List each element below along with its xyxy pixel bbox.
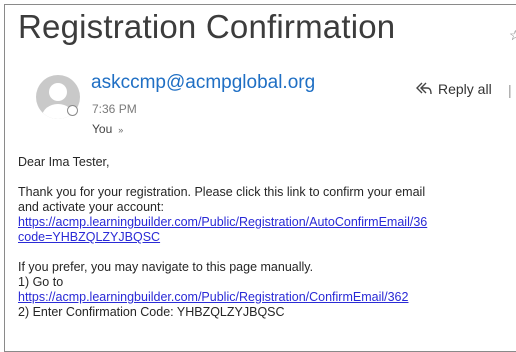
sender-address[interactable]: askccmp@acmpglobal.org: [91, 72, 315, 94]
email-body: Dear Ima Tester, Thank you for your regi…: [18, 155, 516, 320]
reply-all-icon: [416, 82, 432, 96]
presence-status-icon: [67, 105, 78, 116]
email-subject: Registration Confirmation: [18, 8, 396, 45]
body-text: and activate your account:: [18, 200, 164, 214]
step-1: 1) Go to: [18, 275, 64, 289]
recipients-line[interactable]: You »: [92, 122, 123, 136]
star-icon[interactable]: ☆: [509, 27, 516, 44]
email-reading-pane: Registration Confirmation ☆ askccmp@acmp…: [4, 4, 516, 352]
toolbar-divider: |: [508, 82, 512, 98]
confirm-email-link[interactable]: https://acmp.learningbuilder.com/Public/…: [18, 215, 427, 229]
confirm-email-link-continued[interactable]: code=YHBZQLZYJBQSC: [18, 230, 160, 244]
reply-all-button[interactable]: Reply all: [416, 81, 492, 97]
recipients-label: You: [92, 122, 113, 136]
body-text: Thank you for your registration. Please …: [18, 185, 426, 199]
greeting: Dear Ima Tester,: [18, 155, 110, 169]
sent-time: 7:36 PM: [92, 102, 137, 116]
avatar-head: [49, 83, 67, 101]
step-2: 2) Enter Confirmation Code: YHBZQLZYJBQS…: [18, 305, 285, 319]
chevron-down-icon[interactable]: »: [118, 125, 123, 135]
body-text: If you prefer, you may navigate to this …: [18, 260, 314, 274]
manual-confirm-link[interactable]: https://acmp.learningbuilder.com/Public/…: [18, 290, 408, 304]
reply-all-label: Reply all: [438, 81, 492, 97]
